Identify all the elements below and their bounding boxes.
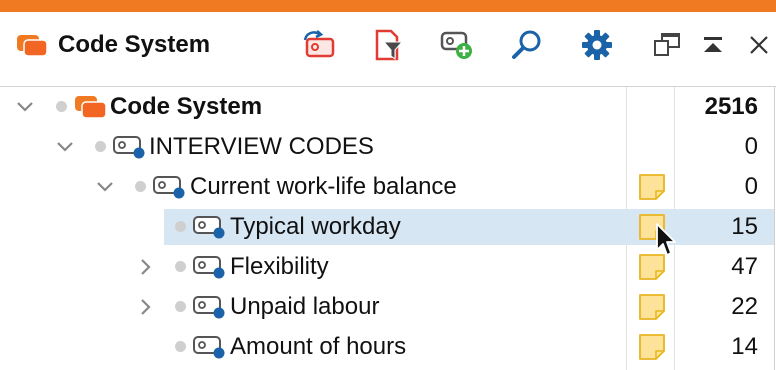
window-accent-bar — [0, 0, 776, 12]
code-icon — [193, 216, 225, 239]
tree-row-root[interactable]: Code System 2516 — [0, 87, 776, 127]
activation-dot[interactable] — [95, 141, 106, 152]
code-system-logo-icon — [17, 35, 48, 57]
activation-dot[interactable] — [175, 301, 186, 312]
undock-window-icon — [654, 33, 680, 56]
tree-row-interview-codes[interactable]: INTERVIEW CODES 0 — [0, 127, 776, 167]
chevron-right-icon[interactable] — [134, 296, 156, 318]
tree-row-label: Current work-life balance — [190, 173, 457, 200]
tree-row-label: Typical workday — [230, 213, 401, 240]
chevron-down-icon[interactable] — [54, 136, 76, 158]
search-button[interactable] — [508, 26, 546, 64]
panel-title: Code System — [58, 31, 211, 58]
activation-dot[interactable] — [175, 341, 186, 352]
tree-row-unpaid-labour[interactable]: Unpaid labour 22 — [0, 287, 776, 327]
chevron-down-icon[interactable] — [94, 176, 116, 198]
search-icon — [512, 30, 541, 59]
tree-row-label: Unpaid labour — [230, 293, 380, 320]
mouse-cursor-icon — [656, 223, 676, 256]
code-icon — [193, 256, 225, 279]
chevron-down-icon[interactable] — [14, 96, 36, 118]
close-icon — [750, 36, 768, 54]
tree-row-count: 0 — [744, 173, 758, 200]
memo-icon[interactable] — [638, 293, 666, 321]
activation-dot[interactable] — [135, 181, 146, 192]
tree-row-count: 0 — [744, 133, 758, 160]
undock-button[interactable] — [648, 26, 686, 64]
tree-row-current-work-life-balance[interactable]: Current work-life balance 0 — [0, 167, 776, 207]
settings-button[interactable] — [578, 26, 616, 64]
tree-row-count: 2516 — [704, 93, 758, 120]
tree-row-count: 47 — [731, 253, 758, 280]
document-filter-icon — [375, 29, 404, 61]
tree-row-count: 15 — [731, 213, 758, 240]
activation-dot[interactable] — [175, 221, 186, 232]
activation-dot[interactable] — [175, 261, 186, 272]
activate-codes-button[interactable] — [300, 26, 338, 64]
close-button[interactable] — [740, 26, 776, 64]
code-icon — [153, 176, 185, 199]
maximize-icon — [704, 37, 722, 52]
memo-icon[interactable] — [638, 333, 666, 361]
tree-row-amount-of-hours[interactable]: Amount of hours 14 — [0, 327, 776, 367]
chevron-right-icon[interactable] — [134, 256, 156, 278]
gear-icon — [582, 30, 612, 60]
tree-row-label: Amount of hours — [230, 333, 407, 360]
maximize-button[interactable] — [694, 26, 732, 64]
tree-row-count: 14 — [731, 333, 758, 360]
code-icon — [193, 296, 225, 319]
activation-dot[interactable] — [56, 101, 67, 112]
new-code-button[interactable] — [438, 26, 476, 64]
tree-row-label: Code System — [110, 93, 263, 120]
tree-row-count: 22 — [731, 293, 758, 320]
tree-row-label: Flexibility — [230, 253, 329, 280]
code-icon — [193, 336, 225, 359]
code-icon — [113, 136, 145, 159]
code-system-icon — [75, 96, 107, 119]
tree-row-label: INTERVIEW CODES — [149, 133, 374, 160]
code-add-icon — [440, 31, 472, 59]
panel-header: Code System — [0, 12, 776, 87]
code-reset-icon — [303, 30, 335, 58]
filter-button[interactable] — [369, 26, 407, 64]
memo-icon[interactable] — [638, 173, 666, 201]
